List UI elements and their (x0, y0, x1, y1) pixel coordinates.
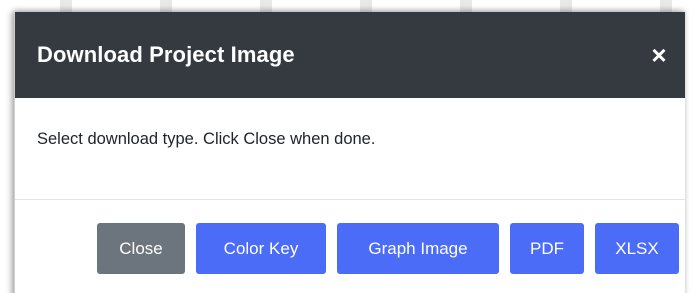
color-key-button[interactable]: Color Key (196, 223, 326, 274)
modal-footer: Close Color Key Graph Image PDF XLSX (15, 200, 685, 274)
close-icon[interactable]: × (649, 42, 669, 68)
graph-image-button[interactable]: Graph Image (337, 223, 499, 274)
close-button[interactable]: Close (97, 223, 185, 274)
pdf-button[interactable]: PDF (510, 223, 584, 274)
modal-title: Download Project Image (37, 42, 295, 67)
modal-header: Download Project Image × (15, 12, 685, 98)
modal-message: Select download type. Click Close when d… (37, 130, 376, 148)
download-project-image-modal: Download Project Image × Select download… (14, 12, 685, 293)
screen: Download Project Image × Select download… (0, 0, 694, 293)
xlsx-button[interactable]: XLSX (595, 223, 679, 274)
modal-body: Select download type. Click Close when d… (15, 98, 685, 200)
